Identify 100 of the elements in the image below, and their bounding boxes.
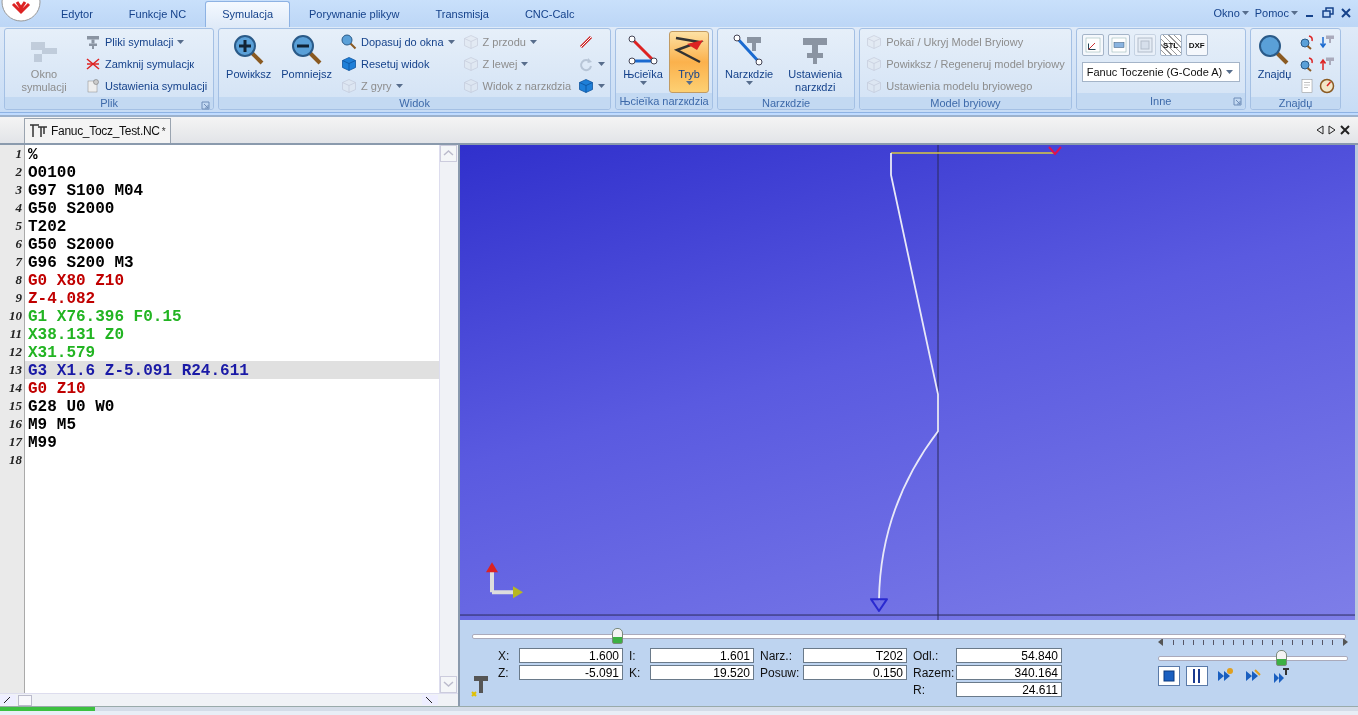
playback-button[interactable]: [1158, 666, 1180, 686]
ribbon-button[interactable]: Ustawienia symulacji: [82, 75, 211, 97]
code-line[interactable]: M99: [25, 433, 439, 451]
line-number: 8: [14, 271, 23, 289]
rotate-icon: [578, 56, 595, 72]
scroll-right-icon[interactable]: [422, 695, 438, 705]
readout-field: -5.091: [519, 665, 623, 680]
playback-button[interactable]: [1186, 666, 1208, 686]
slider-thumb[interactable]: [612, 628, 624, 644]
dropdown-button[interactable]: Tryb: [669, 31, 709, 93]
arrow-down-icon: [1319, 34, 1336, 50]
caret-icon: [639, 81, 647, 85]
code-text: M9 M5: [28, 416, 76, 434]
fast-forward-icon: [1245, 668, 1261, 684]
caret-icon: [685, 81, 693, 85]
ribbon-tab[interactable]: Funkcje NC: [111, 1, 204, 27]
code-line[interactable]: Z-4.082: [25, 289, 439, 307]
ribbon-button[interactable]: Pomniejsz: [277, 31, 336, 93]
zoom-in-icon: [232, 34, 265, 66]
scroll-thumb[interactable]: [18, 694, 32, 706]
slider-thumb[interactable]: [1275, 650, 1287, 666]
ribbon-button[interactable]: Powiкksz: [222, 31, 276, 93]
code-text: X31.579: [28, 344, 96, 362]
ribbon-tab[interactable]: Symulacja: [205, 1, 290, 27]
ribbon-button[interactable]: [1081, 34, 1104, 56]
fast-forward-icon: [1217, 668, 1233, 684]
dropdown-button[interactable]: Њcieїka: [619, 31, 667, 93]
close-icon[interactable]: [1340, 125, 1350, 135]
readout-label: K:: [629, 665, 642, 680]
readout-label: I:: [629, 648, 637, 663]
scroll-right-icon[interactable]: [1328, 125, 1336, 135]
ribbon-tab[interactable]: CNC-Calc: [507, 1, 592, 27]
code-line[interactable]: G50 S2000: [25, 235, 439, 253]
logo-icon: [1, 0, 41, 22]
speed-slider[interactable]: [1158, 648, 1348, 666]
readout-label: Odl.:: [913, 648, 940, 663]
restore-icon[interactable]: [1322, 7, 1334, 19]
code-text: T202: [28, 218, 67, 236]
line-number: 9: [14, 289, 23, 307]
caret-icon: [598, 62, 606, 66]
code-line[interactable]: G97 S100 M04: [25, 181, 439, 199]
ruler-icon: [578, 34, 595, 50]
fast-forward-icon: [1273, 668, 1289, 684]
dropdown-button[interactable]: Dopasuj do okna: [338, 31, 458, 53]
ribbon-tab[interactable]: Porуwnanie plikуw: [292, 1, 417, 27]
file-format-button[interactable]: STL: [1159, 34, 1182, 56]
scroll-left-icon[interactable]: [1316, 125, 1324, 135]
find-icon: [1299, 34, 1316, 50]
code-text: G28 U0 W0: [28, 398, 115, 416]
code-line[interactable]: %: [25, 145, 439, 163]
tool-icon: [29, 123, 49, 139]
code-text: G96 S200 M3: [28, 254, 134, 272]
tool-tip-icon: [870, 598, 888, 613]
group-title: Znajdџ: [1278, 97, 1313, 109]
code-text: G50 S2000: [28, 236, 115, 254]
menu-button[interactable]: Pomoc: [1254, 7, 1298, 19]
scroll-left-icon[interactable]: [0, 695, 16, 705]
arrow-right-icon[interactable]: [1341, 638, 1348, 646]
code-line[interactable]: G0 Z10: [25, 379, 439, 397]
dropdown-button[interactable]: Narzкdzie: [721, 31, 778, 93]
code-line[interactable]: T202: [25, 217, 439, 235]
ribbon-tab[interactable]: Transmisja: [418, 1, 506, 27]
ribbon-button[interactable]: Zamknij symulacjк: [82, 53, 211, 75]
close-icon[interactable]: [1340, 7, 1352, 19]
code-line[interactable]: G96 S200 M3: [25, 253, 439, 271]
caret-icon: [447, 40, 455, 44]
horizontal-scrollbar[interactable]: [0, 693, 458, 706]
ribbon-button[interactable]: Resetuj widok: [338, 53, 458, 75]
file-format-button[interactable]: DXF: [1185, 34, 1208, 56]
settings-icon: [85, 78, 101, 94]
document-title: Fanuc_Tocz_Test.NC: [51, 124, 160, 138]
dropdown-button[interactable]: Pliki symulacji: [82, 31, 211, 53]
readout-label: Z:: [498, 665, 510, 680]
code-text: Z-4.082: [28, 290, 96, 308]
axes-icon: [486, 562, 523, 599]
code-line[interactable]: M9 M5: [25, 415, 439, 433]
readout-field: T202: [803, 648, 907, 663]
code-line[interactable]: G50 S2000: [25, 199, 439, 217]
zoom-out-icon: [290, 34, 323, 66]
line-number: 18: [8, 451, 23, 469]
line-number: 13: [8, 361, 23, 379]
zoom-fit-icon: [341, 34, 357, 50]
arrow-left-icon[interactable]: [1158, 638, 1164, 646]
dropdown-field[interactable]: Fanuc Toczenie (G-Code A): [1081, 62, 1240, 82]
ribbon-button[interactable]: Znajdџ: [1253, 31, 1296, 93]
tool-holder-icon: [85, 34, 101, 50]
code-line[interactable]: O0100: [25, 163, 439, 181]
readout-label: R:: [913, 682, 926, 697]
ribbon-tab[interactable]: Edytor: [44, 1, 110, 27]
code-line[interactable]: G28 U0 W0: [25, 397, 439, 415]
position-slider[interactable]: [472, 626, 1346, 644]
group-title: Widok: [399, 97, 430, 109]
code-text: G50 S2000: [28, 200, 115, 218]
code-text: G97 S100 M04: [28, 182, 144, 200]
readout-field: 340.164: [956, 665, 1062, 680]
menu-button[interactable]: Okno: [1213, 7, 1249, 19]
code-line[interactable]: G0 X80 Z10: [25, 271, 439, 289]
cube-icon: [578, 78, 595, 94]
ribbon-button[interactable]: Ustawienia narzкdzi: [779, 31, 852, 97]
caret-icon: [521, 62, 529, 66]
